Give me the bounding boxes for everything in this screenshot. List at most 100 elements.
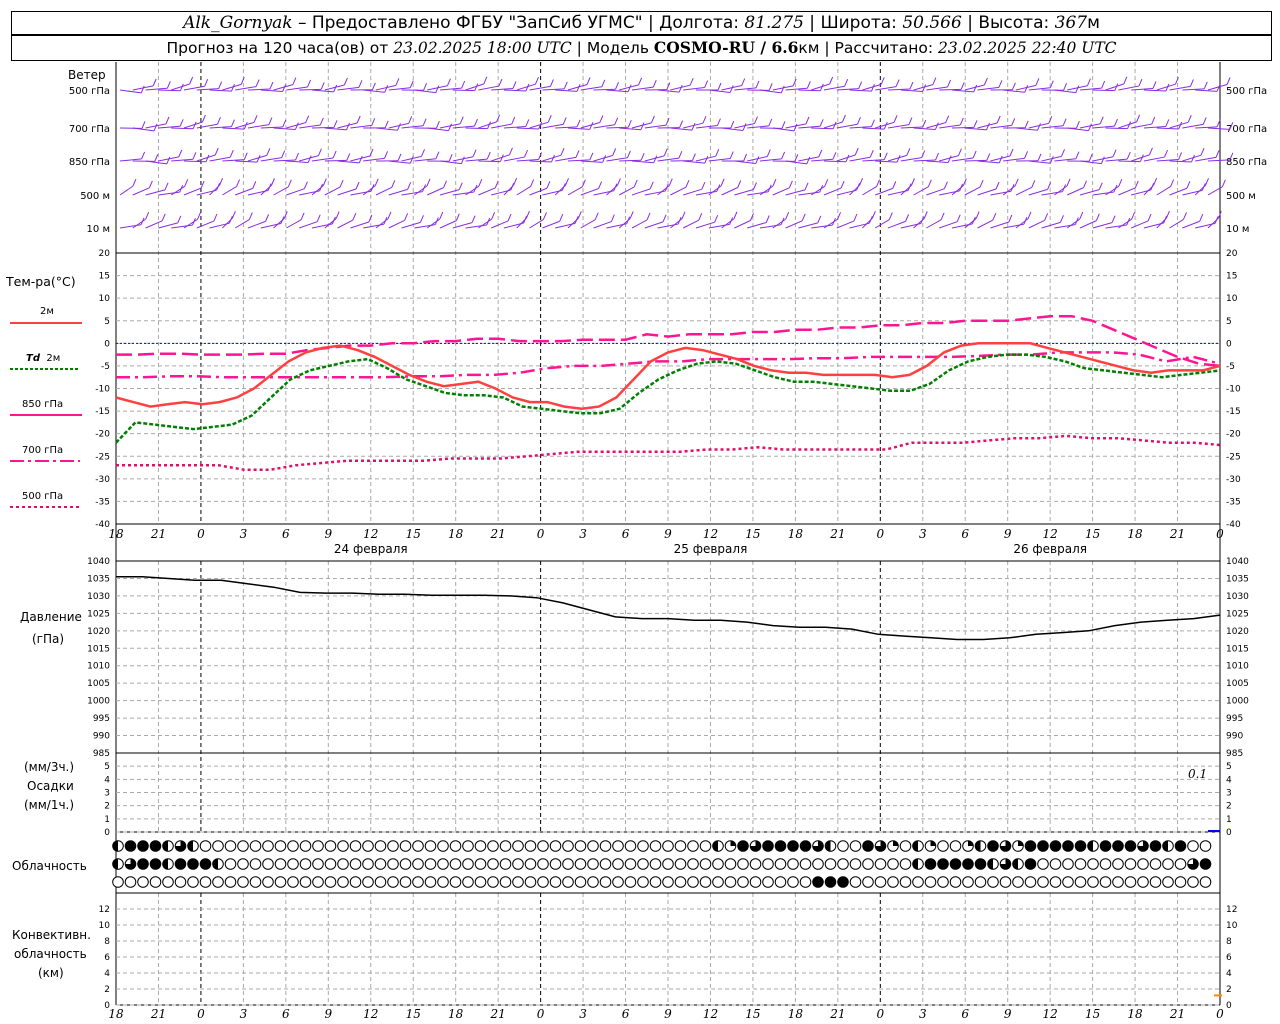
wind-barb-flag	[663, 148, 668, 157]
x-tick-label: 0	[1216, 1007, 1224, 1021]
wind-barb-flag	[1165, 119, 1170, 127]
wind-barb-flag	[598, 181, 603, 189]
wind-barb-flag	[472, 149, 477, 157]
wind-barb-flag	[435, 120, 440, 129]
precip-ytick-left: 1	[104, 815, 110, 825]
cloud-cover-symbol	[774, 858, 787, 870]
wind-barb	[887, 88, 910, 91]
wind-barb-flag	[652, 79, 657, 88]
cloud-cover-symbol	[612, 876, 624, 888]
cloud-cover-symbol	[262, 876, 274, 888]
wind-barb-flag	[829, 76, 834, 85]
wind-barb-flag	[859, 178, 864, 186]
wind-barb-flag	[214, 147, 219, 156]
wind-barb	[119, 185, 134, 196]
wind-barb-flag	[423, 82, 428, 91]
cloud-cover-symbol	[537, 876, 549, 888]
precip-ytick-left: 0	[104, 828, 110, 838]
wind-barb-flag	[781, 121, 786, 129]
wind-barb-flag	[426, 178, 431, 187]
wind-barb	[708, 89, 731, 93]
cloud-cover-symbol	[137, 840, 149, 852]
cloud-cover-half	[912, 858, 918, 870]
wind-barb-flag	[1095, 213, 1100, 221]
wind-barb	[798, 89, 821, 92]
wind-barb-flag	[629, 211, 634, 219]
wind-barb	[1143, 184, 1155, 196]
wind-barb	[119, 224, 142, 229]
cloud-cover-symbol	[1124, 840, 1137, 852]
cloud-cover-symbol	[687, 858, 699, 870]
cloud-cover-symbol	[1087, 858, 1099, 870]
wind-barb-flag	[1049, 156, 1054, 164]
cloud-cover-symbol	[837, 858, 849, 870]
wind-barb-flag	[853, 213, 858, 222]
wind-barb-flag	[407, 182, 412, 190]
cloud-cover-symbol	[849, 840, 862, 852]
cloud-cover-symbol	[499, 876, 512, 888]
wind-barb-flag	[768, 118, 773, 127]
cloud-cover-symbol	[1099, 840, 1112, 852]
wind-barb-flag	[633, 179, 638, 188]
cloud-cover-symbol	[1062, 876, 1074, 888]
conv-ytick-right: 6	[1226, 953, 1232, 963]
cloud-cover-symbol	[299, 876, 312, 888]
cloud-cover-symbol	[512, 840, 524, 852]
wind-barb	[209, 126, 232, 129]
cloud-cover-symbol	[199, 840, 212, 852]
temp-ytick-right: 20	[1226, 249, 1238, 259]
wind-barb-flag	[801, 213, 806, 221]
wind-barb-flag	[1066, 178, 1071, 187]
wind-barb-flag	[1031, 180, 1036, 188]
wind-barb-flag	[1114, 118, 1118, 127]
cloud-cover-symbol	[487, 858, 499, 870]
wind-barb-flag	[231, 211, 236, 219]
wind-barb	[580, 160, 603, 163]
cloud-cover-symbol	[287, 840, 299, 852]
wind-barb-flag	[282, 84, 287, 92]
wind-barb-flag	[766, 149, 771, 157]
x-tick-label: 0	[1216, 527, 1224, 541]
wind-barb	[426, 187, 444, 196]
wind-barb-flag	[498, 78, 503, 87]
conv-ytick-right: 10	[1226, 921, 1238, 931]
wind-barb-flag	[678, 84, 683, 93]
temp-ytick-right: 10	[1226, 294, 1238, 304]
wind-barb	[414, 185, 428, 196]
cloud-cover-symbol	[574, 876, 587, 888]
cloud-cover-symbol	[662, 840, 674, 852]
cloud-cover-half	[825, 840, 831, 852]
wind-barb-flag	[422, 118, 427, 126]
legend-td-2m: 2м	[46, 353, 61, 364]
wind-barb-flag	[649, 181, 654, 190]
wind-barb-flag	[218, 81, 223, 89]
wind-barb	[1054, 185, 1068, 196]
wind-barb	[1182, 88, 1205, 91]
wind-barb-flag	[397, 153, 402, 162]
wind-barb	[286, 160, 309, 164]
wind-barb-flag	[1063, 82, 1068, 91]
wind-barb	[158, 191, 180, 196]
pressure-ytick-right: 1040	[1226, 557, 1249, 567]
cloud-cover-symbol	[249, 840, 262, 852]
cloud-cover-symbol	[624, 858, 637, 870]
wind-barb	[951, 126, 974, 129]
cloud-cover-symbol	[799, 840, 812, 852]
wind-barb-flag	[559, 214, 564, 222]
wind-barb-flag	[358, 155, 363, 164]
wind-barb-flag	[1024, 85, 1029, 93]
wind-barb-flag	[1100, 156, 1105, 164]
wind-barb	[337, 160, 360, 164]
wind-barb	[196, 220, 215, 229]
cloud-cover-symbol	[674, 858, 687, 870]
precip-ytick-left: 5	[104, 762, 110, 772]
wind-barb	[132, 127, 155, 132]
wind-barb	[1054, 89, 1076, 94]
wind-barb-flag	[616, 178, 621, 186]
temp-ytick-left: -35	[95, 497, 110, 507]
wind-barb	[542, 88, 565, 91]
wind-barb	[1054, 224, 1076, 229]
x-tick-label: 15	[745, 527, 760, 541]
wind-barb-flag	[698, 213, 703, 221]
wind-barb	[555, 89, 578, 92]
